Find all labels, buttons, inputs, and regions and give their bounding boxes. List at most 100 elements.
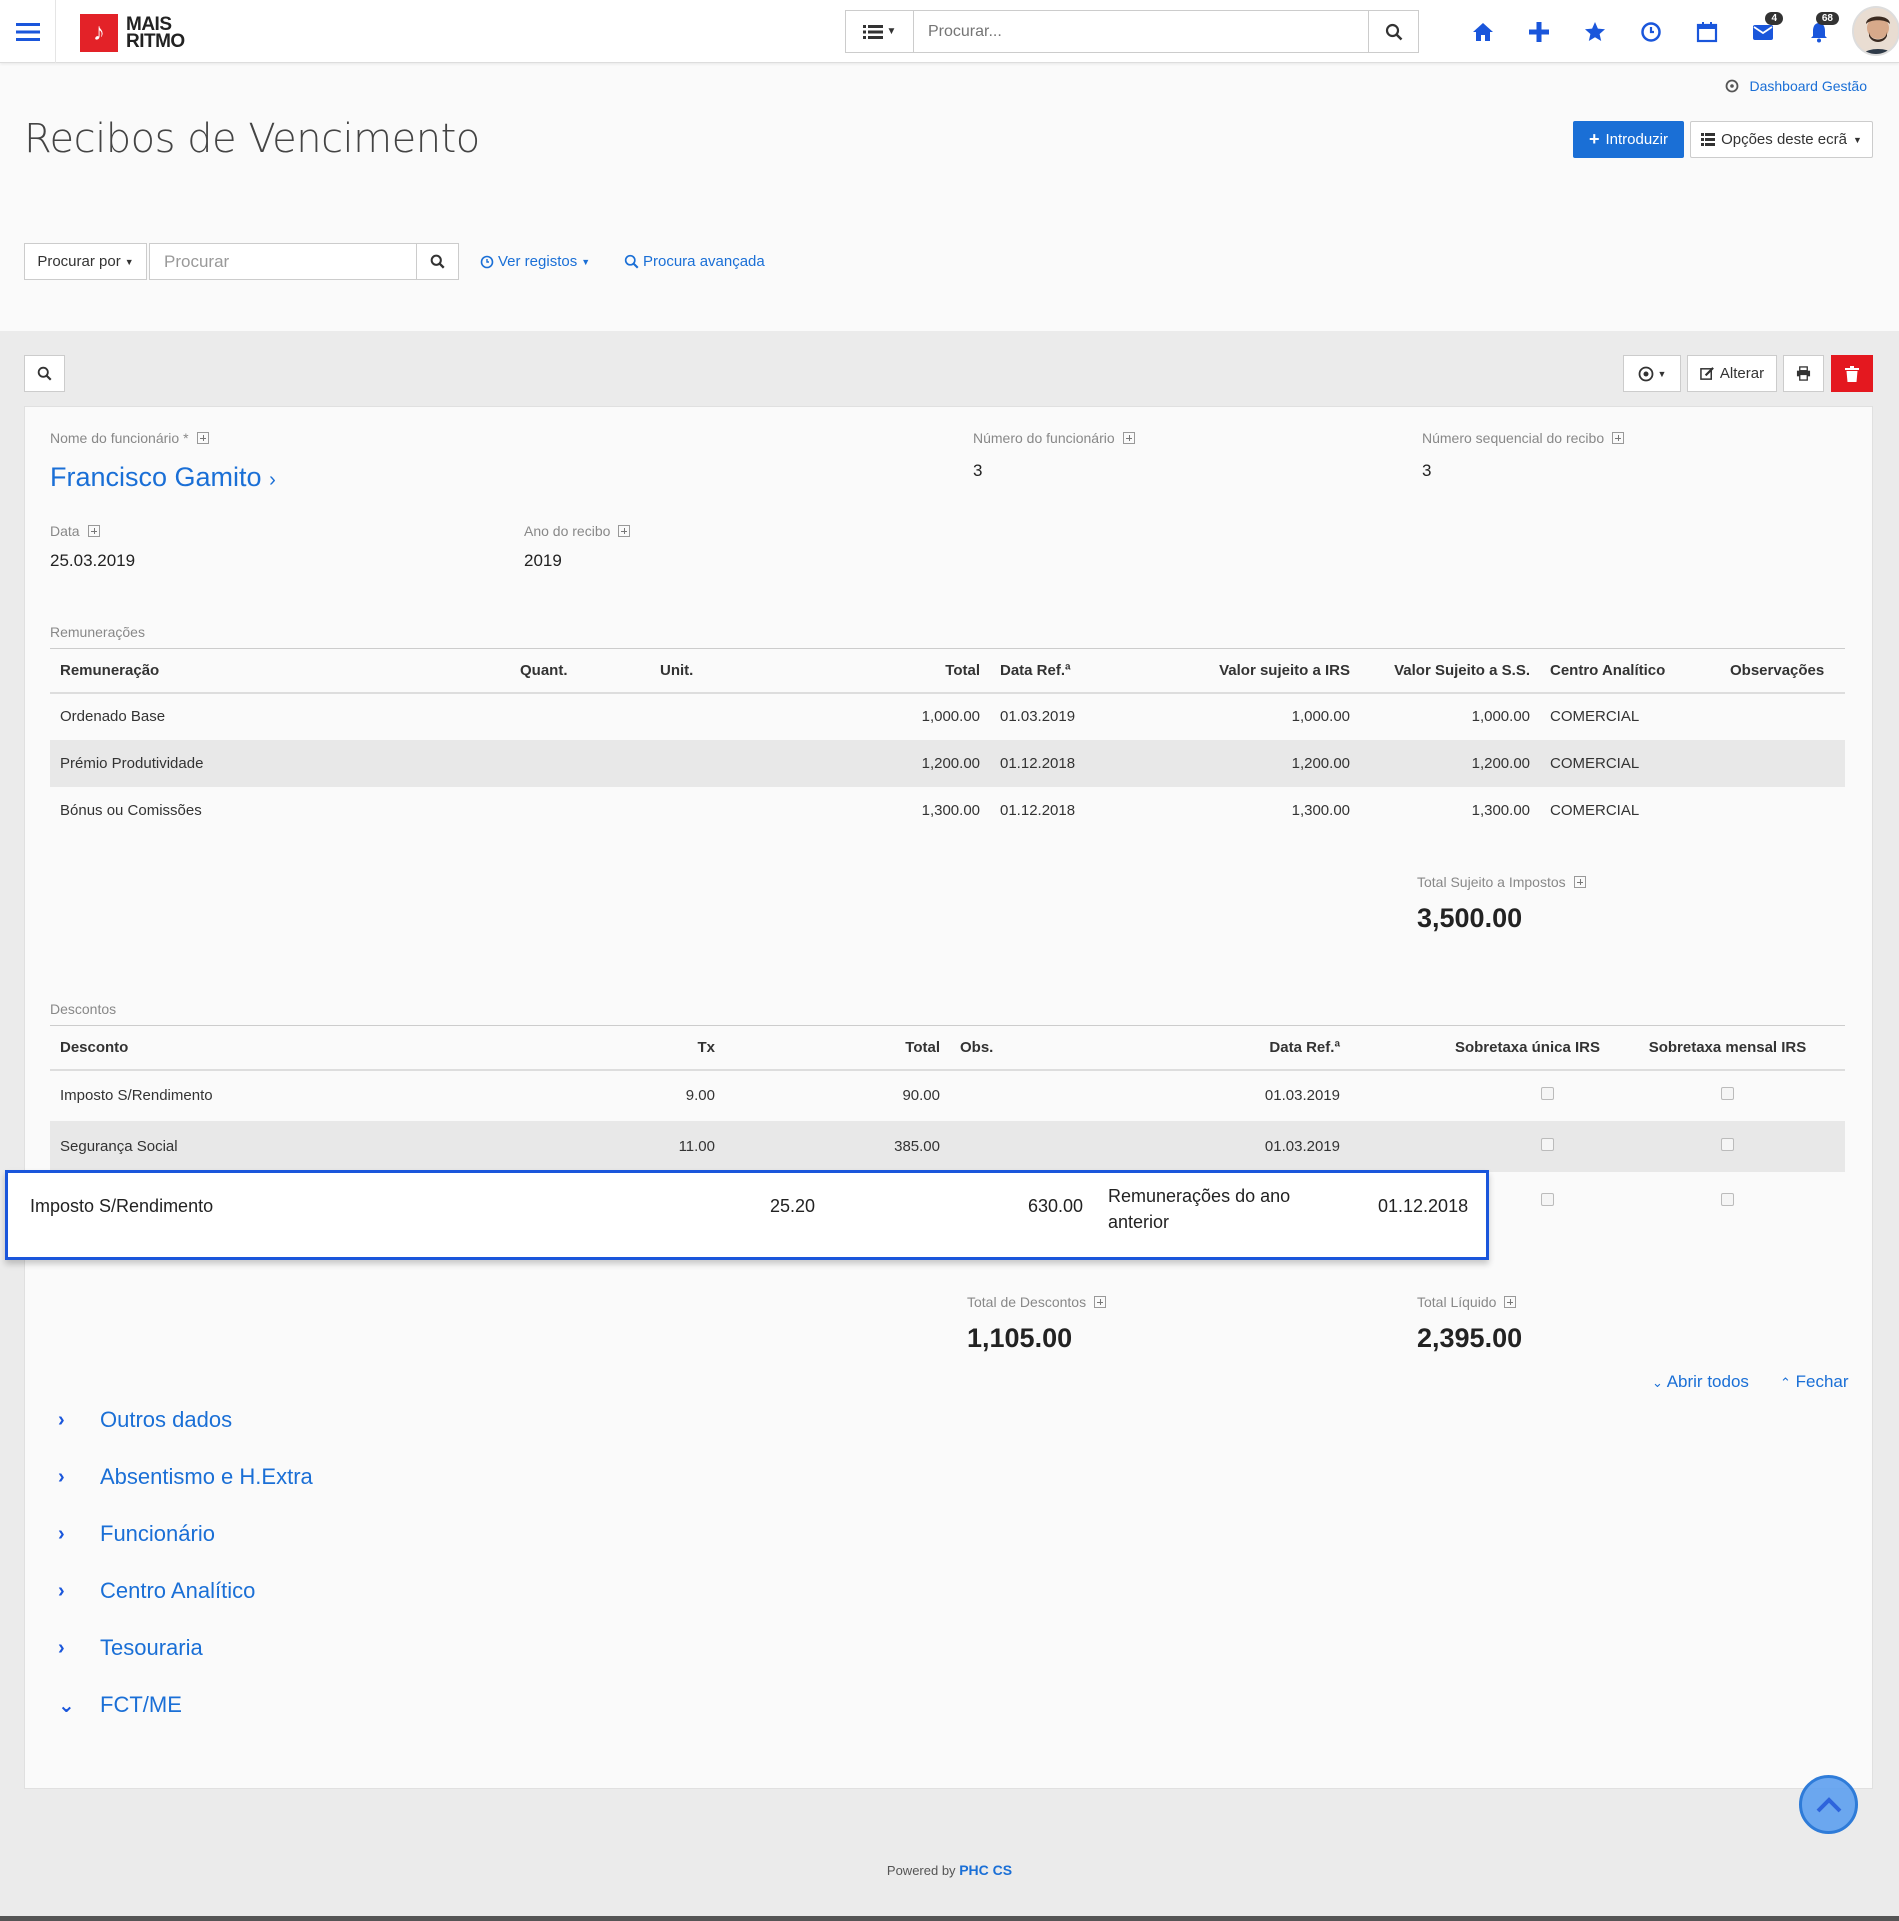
expand-icon[interactable] [196, 432, 209, 444]
record-search-input[interactable]: Procurar [149, 243, 417, 280]
sobretaxa-mensal-checkbox[interactable] [1721, 1137, 1734, 1151]
total-taxable-label: Total Sujeito a Impostos [1417, 874, 1586, 890]
advanced-search-link[interactable]: Procura avançada [624, 253, 765, 270]
introduzir-button[interactable]: + Introduzir [1573, 121, 1684, 158]
top-navbar: ♪ MAISRITMO ▼ 4 68 [0, 0, 1899, 63]
bell-icon[interactable]: 68 [1791, 0, 1847, 63]
expand-icon[interactable] [87, 525, 100, 537]
cell: COMERCIAL [1540, 739, 1720, 787]
trash-icon [1845, 365, 1859, 382]
hl-tx: 25.20 [770, 1196, 816, 1216]
col-desconto: Desconto [50, 1025, 590, 1071]
total-taxable-value: 3,500.00 [1417, 903, 1523, 933]
chevron-right-icon: › [58, 1522, 65, 1545]
collapse-all-link[interactable]: ⌃ Fechar [1780, 1372, 1849, 1392]
dashboard-link-label: Dashboard Gestão [1749, 78, 1867, 94]
expand-icon[interactable] [618, 525, 631, 537]
screen-options-dropdown[interactable]: Opções deste ecrã ▼ [1690, 121, 1873, 158]
brand-logo[interactable]: ♪ MAIS RITMO [80, 14, 185, 52]
scroll-to-top-button[interactable] [1799, 1775, 1858, 1834]
cell: 01.03.2019 [1264, 1087, 1340, 1104]
table-row[interactable]: Ordenado Base 1,000.00 01.03.2019 1,000.… [50, 693, 1845, 740]
menu-icon[interactable] [0, 0, 56, 63]
employee-name-link[interactable]: Francisco Gamito › [50, 462, 276, 493]
zoom-icon [37, 366, 52, 381]
col-valor-ss: Valor Sujeito a S.S. [1360, 648, 1540, 694]
highlighted-discount-row[interactable]: Imposto S/Rendimento 25.20 630.00 Remune… [5, 1170, 1489, 1260]
mail-icon[interactable]: 4 [1735, 0, 1791, 63]
zoom-button[interactable] [24, 355, 65, 392]
total-descontos-value: 1,105.00 [967, 1323, 1073, 1353]
employee-number: 3 [973, 461, 983, 480]
sobretaxa-mensal-checkbox[interactable] [1721, 1087, 1734, 1100]
search-by-label: Procurar por [37, 253, 121, 270]
sobretaxa-unica-checkbox[interactable] [1541, 1087, 1554, 1100]
search-icon [1385, 23, 1402, 40]
total-liquido-label: Total Líquido [1417, 1294, 1517, 1310]
search-scope-dropdown[interactable]: ▼ [846, 11, 914, 52]
footer-brand[interactable]: PHC CS [959, 1862, 1012, 1878]
table-row[interactable]: Prémio Produtividade 1,200.00 01.12.2018… [50, 739, 1845, 787]
dashboard-link[interactable]: Dashboard Gestão [1725, 78, 1867, 94]
chevron-up-icon [1816, 1796, 1841, 1812]
plus-icon[interactable] [1511, 0, 1567, 63]
cell: Prémio Produtividade [50, 739, 510, 787]
view-records-dropdown[interactable]: Ver registos ▼ [480, 253, 590, 270]
cell: 11.00 [590, 1120, 725, 1172]
cell: Segurança Social [50, 1120, 590, 1172]
cell: 1,000.00 [921, 708, 980, 725]
expand-icon[interactable] [1504, 1296, 1517, 1308]
actions-dropdown[interactable]: ▼ [1623, 355, 1681, 392]
table-row[interactable]: Imposto S/Rendimento 9.00 90.00 01.03.20… [50, 1070, 1845, 1121]
search-icon [430, 254, 445, 269]
footer: Powered by PHC CS [0, 1862, 1899, 1878]
accordion-funcionario[interactable]: › Funcionário [58, 1521, 215, 1547]
clock-icon[interactable] [1623, 0, 1679, 63]
accordion-outros-dados[interactable]: › Outros dados [58, 1407, 232, 1433]
col-sobretaxa-unica: Sobretaxa única IRS [1350, 1025, 1610, 1071]
footer-powered: Powered by [886, 1863, 956, 1878]
accordion-fct-me[interactable]: ⌄ FCT/ME [58, 1692, 182, 1718]
cell: 1,000.00 [1291, 708, 1350, 725]
date-label-text: Data [50, 523, 80, 539]
sobretaxa-unica-checkbox[interactable] [1541, 1137, 1554, 1151]
caret-down-icon: ▼ [1657, 368, 1667, 379]
home-icon[interactable] [1455, 0, 1511, 63]
print-icon [1796, 366, 1811, 381]
sobretaxa-mensal-checkbox[interactable] [1721, 1193, 1734, 1206]
star-icon[interactable] [1567, 0, 1623, 63]
print-button[interactable] [1783, 355, 1824, 392]
table-row[interactable]: Segurança Social 11.00 385.00 01.03.2019 [50, 1120, 1845, 1172]
expand-icon[interactable] [1094, 1296, 1107, 1308]
year-value: 2019 [524, 551, 562, 570]
receipt-seq-label: Número sequencial do recibo [1422, 430, 1625, 446]
accordion-absentismo[interactable]: › Absentismo e H.Extra [58, 1464, 313, 1490]
cell: 1,300.00 [1291, 801, 1350, 819]
brand-line2: RITMO [126, 31, 185, 52]
music-note-icon: ♪ [80, 14, 118, 52]
date-value: 25.03.2019 [50, 551, 136, 570]
expand-icon[interactable] [1612, 432, 1625, 444]
hl-data: 01.12.2018 [1378, 1196, 1469, 1216]
expand-icon[interactable] [1573, 876, 1586, 888]
expand-all-link[interactable]: ⌄ Abrir todos [1652, 1372, 1749, 1392]
sobretaxa-unica-checkbox[interactable] [1541, 1193, 1554, 1206]
cell: 1,300.00 [1471, 801, 1530, 819]
calendar-icon[interactable] [1679, 0, 1735, 63]
search-button[interactable] [1368, 11, 1418, 52]
record-search-button[interactable] [417, 243, 459, 280]
accordion-centro-analitico[interactable]: › Centro Analítico [58, 1578, 255, 1604]
double-chevron-up-icon: ⌃ [1780, 1375, 1791, 1390]
delete-button[interactable] [1831, 355, 1873, 392]
zoom-icon [624, 254, 639, 269]
introduzir-label: Introduzir [1605, 131, 1669, 148]
employee-name-label-text: Nome do funcionário * [50, 430, 189, 446]
receipt-seq-label-text: Número sequencial do recibo [1422, 430, 1605, 446]
edit-button[interactable]: Alterar [1687, 355, 1777, 392]
global-search-input[interactable] [914, 11, 1368, 52]
user-avatar[interactable] [1852, 6, 1899, 56]
accordion-tesouraria[interactable]: › Tesouraria [58, 1635, 203, 1661]
expand-icon[interactable] [1122, 432, 1135, 444]
table-row[interactable]: Bónus ou Comissões 1,300.00 01.12.2018 1… [50, 787, 1845, 834]
search-by-dropdown[interactable]: Procurar por ▼ [24, 243, 147, 280]
